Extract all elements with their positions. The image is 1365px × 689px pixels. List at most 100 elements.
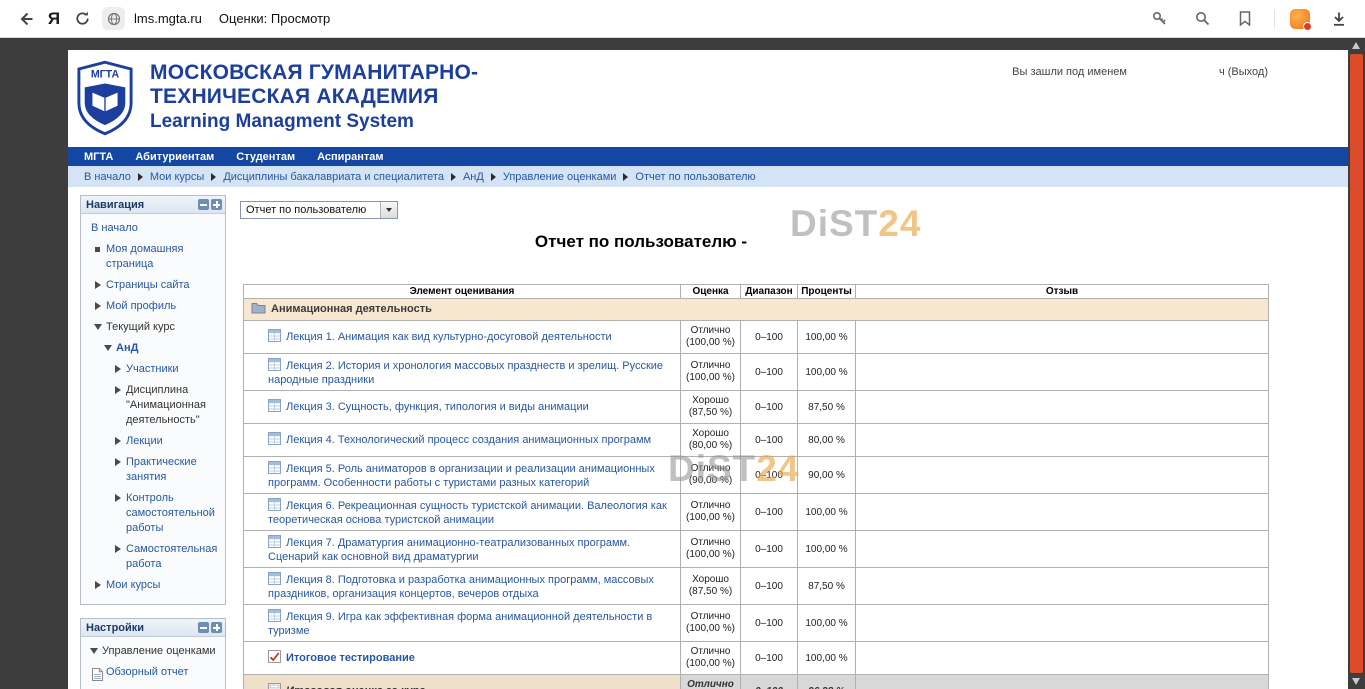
navbar-item[interactable]: МГТА [84, 151, 124, 163]
yandex-browser-logo[interactable]: Я [40, 9, 68, 29]
expand-icon[interactable] [111, 362, 124, 373]
scroll-down-icon[interactable] [1352, 678, 1360, 685]
navbar-item[interactable]: Аспирантам [306, 151, 394, 163]
block-collapse-icon[interactable] [198, 199, 209, 210]
grade-item-link[interactable]: Лекция 2. История и хронология массовых … [268, 360, 663, 386]
grade-item-link[interactable]: Лекция 3. Сущность, функция, типология и… [286, 401, 589, 413]
grade-value: Отлично(100,00 %) [681, 354, 741, 391]
breadcrumb-item[interactable]: Мои курсы [150, 171, 204, 183]
bookmark-flag-icon[interactable] [1231, 5, 1259, 33]
site-title-line3: Learning Managment System [150, 109, 478, 135]
grade-feedback [856, 321, 1269, 354]
navbar-item[interactable]: Абитуриентам [124, 151, 225, 163]
logout-link[interactable]: (Выход) [1228, 66, 1268, 78]
sidebar-item-label[interactable]: Практические занятия [124, 455, 223, 485]
expand-icon[interactable] [91, 278, 104, 289]
grade-feedback [856, 354, 1269, 391]
report-type-select[interactable]: Отчет по пользователю [240, 201, 398, 219]
sidebar-item: Дисциплина "Анимационная деятельность" [85, 380, 223, 431]
expand-icon[interactable] [111, 455, 124, 466]
sidebar-item-label[interactable]: Мой профиль [104, 299, 223, 314]
grade-value: Отлично(100,00 %) [681, 642, 741, 675]
breadcrumb-item[interactable]: АнД [463, 171, 484, 183]
reload-button[interactable] [68, 5, 96, 33]
grade-percent: 90,00 % [798, 457, 856, 494]
password-key-icon[interactable] [1145, 5, 1173, 33]
settings-block-header: Настройки [81, 619, 225, 637]
navbar-item[interactable]: Студентам [225, 151, 306, 163]
grade-row: Лекция 1. Анимация как вид культурно-дос… [244, 321, 1269, 354]
grade-item-link[interactable]: Лекция 7. Драматургия анимационно-театра… [268, 537, 630, 563]
sidebar-item-label[interactable]: АнД [114, 341, 223, 356]
address-bar[interactable]: lms.mgta.ru Оценки: Просмотр [102, 7, 330, 30]
grade-row: Лекция 2. История и хронология массовых … [244, 354, 1269, 391]
expand-icon[interactable] [111, 434, 124, 445]
breadcrumb-item[interactable]: Управление оценками [503, 171, 617, 183]
grade-item-link[interactable]: Лекция 4. Технологический процесс создан… [286, 434, 651, 446]
sidebar-item: Текущий курс [85, 317, 223, 338]
lesson-icon [268, 399, 281, 415]
sidebar-item-label[interactable]: Мои курсы [104, 578, 223, 593]
grade-value: Хорошо(87,50 %) [681, 391, 741, 424]
expand-icon[interactable] [91, 299, 104, 310]
extension-icon[interactable] [1290, 9, 1310, 29]
grade-item-cell: Итоговая оценка за курс [244, 675, 681, 689]
grade-item-cell: Лекция 1. Анимация как вид культурно-дос… [244, 321, 681, 354]
sidebar-item: Практические занятия [85, 452, 223, 488]
mgta-logo[interactable]: МГТА [76, 59, 134, 137]
grade-percent: 100,00 % [798, 354, 856, 391]
grade-value: Хорошо(80,00 %) [681, 424, 741, 457]
grade-item-link[interactable]: Лекция 8. Подготовка и разработка анимац… [268, 574, 654, 600]
sidebar-item-label[interactable]: Лекции [124, 434, 223, 449]
block-move-icon[interactable] [211, 199, 222, 210]
grade-item-link[interactable]: Итоговое тестирование [286, 652, 415, 664]
sidebar-item-label[interactable]: Страницы сайта [104, 278, 223, 293]
grade-percent: 80,00 % [798, 424, 856, 457]
expand-icon[interactable] [111, 491, 124, 502]
grade-item-link[interactable]: Лекция 5. Роль аниматоров в организации … [268, 463, 655, 489]
main-region: Отчет по пользователю Отчет по пользоват… [226, 195, 1348, 689]
user-name-tail: ч [1219, 66, 1225, 78]
grade-row: Лекция 3. Сущность, функция, типология и… [244, 391, 1269, 424]
folder-icon [251, 302, 266, 317]
sidebar-item-label[interactable]: Участники [124, 362, 223, 377]
column-header: Оценка [681, 285, 741, 299]
content: Навигация В началоМоя домашняя страницаС… [68, 187, 1348, 689]
grade-item-link[interactable]: Лекция 6. Рекреационная сущность туристс… [268, 500, 667, 526]
grade-percent: 87,50 % [798, 391, 856, 424]
navigation-block: Навигация В началоМоя домашняя страницаС… [80, 195, 226, 605]
breadcrumb-separator-icon [211, 173, 216, 181]
block-collapse-icon[interactable] [198, 622, 209, 633]
grade-value: Отлично(100,00 %) [681, 321, 741, 354]
sidebar-item-label[interactable]: Контроль самостоятельной работы [124, 491, 223, 536]
grade-percent: 100,00 % [798, 642, 856, 675]
collapse-icon[interactable] [101, 341, 114, 351]
grade-item-link[interactable]: Лекция 1. Анимация как вид культурно-дос… [286, 331, 612, 343]
scroll-up-icon[interactable] [1352, 42, 1360, 49]
collapse-icon[interactable] [87, 644, 100, 654]
breadcrumb-item[interactable]: Дисциплины бакалавриата и специалитета [223, 171, 444, 183]
scrollbar[interactable] [1348, 38, 1365, 689]
breadcrumb-item[interactable]: Отчет по пользователю [635, 171, 755, 183]
column-header: Диапазон [741, 285, 798, 299]
scrollbar-thumb[interactable] [1350, 54, 1363, 673]
grade-item-link[interactable]: Лекция 9. Игра как эффективная форма ани… [268, 611, 652, 637]
download-icon[interactable] [1325, 5, 1353, 33]
grade-range: 0–100 [741, 675, 798, 689]
browser-chrome: Я lms.mgta.ru Оценки: Просмотр [0, 0, 1365, 38]
breadcrumb-item[interactable]: В начало [84, 171, 131, 183]
back-button[interactable] [12, 5, 40, 33]
expand-icon[interactable] [111, 542, 124, 553]
sidebar-item-label[interactable]: Самостоятельная работа [124, 542, 223, 572]
collapse-icon[interactable] [91, 320, 104, 330]
site-info-button[interactable] [102, 7, 125, 30]
expand-icon[interactable] [91, 578, 104, 589]
address-url[interactable]: lms.mgta.ru [134, 11, 202, 26]
grade-percent: 100,00 % [798, 531, 856, 568]
lesson-icon [268, 329, 281, 345]
block-move-icon[interactable] [211, 622, 222, 633]
expand-icon[interactable] [111, 383, 124, 394]
sidebar-item-label[interactable]: Обзорный отчет [104, 665, 223, 680]
category-name: Анимационная деятельность [271, 303, 432, 315]
search-icon[interactable] [1188, 5, 1216, 33]
